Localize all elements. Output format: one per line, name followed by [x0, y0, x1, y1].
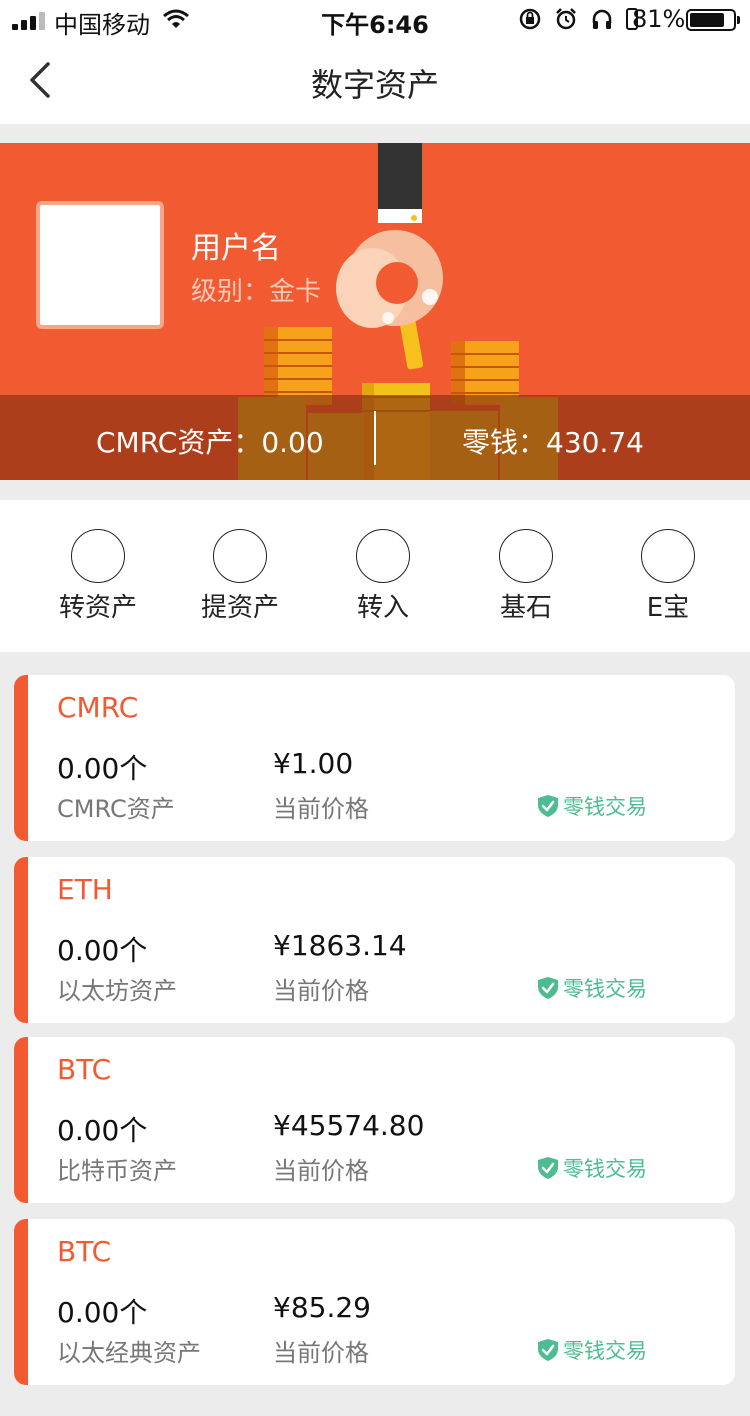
action-e-bao[interactable]: E宝: [598, 529, 738, 624]
headphones-icon: [592, 9, 612, 29]
asset-amount-label: CMRC资产: [57, 795, 175, 823]
withdraw-asset-icon: [213, 529, 267, 583]
cornerstone-icon: [499, 529, 553, 583]
action-label: E宝: [646, 593, 690, 623]
transfer-asset-icon: [71, 529, 125, 583]
asset-amount-label: 以太经典资产: [57, 1339, 201, 1367]
asset-amount-label: 比特币资产: [57, 1157, 177, 1185]
change-trade-link[interactable]: 零钱交易: [537, 791, 647, 821]
asset-card-eth[interactable]: ETH 0.00个 以太坊资产 ¥1863.14 当前价格 零钱交易: [14, 857, 735, 1023]
alarm-icon: [556, 8, 576, 30]
action-withdraw-asset[interactable]: 提资产: [170, 529, 310, 624]
action-transfer-asset[interactable]: 转资产: [28, 529, 168, 624]
asset-card-etc[interactable]: BTC 0.00个 以太经典资产 ¥85.29 当前价格 零钱交易: [14, 1219, 735, 1385]
cmrc-asset-total: CMRC资产：0.00: [96, 426, 324, 459]
change-balance: 零钱：430.74: [462, 426, 644, 459]
quick-actions: 转资产 提资产 转入 基石 E宝: [0, 500, 750, 652]
change-trade-label: 零钱交易: [563, 1157, 647, 1181]
action-label: 基石: [499, 593, 552, 623]
shield-check-icon: [538, 795, 558, 817]
status-bar: 中国移动 下午6:46 81%: [0, 0, 750, 40]
asset-symbol: CMRC: [57, 691, 139, 724]
profile-banner: 用户名 级别：金卡 CMRC资产：0.00 零钱：430.74: [0, 143, 750, 480]
asset-price-label: 当前价格: [273, 795, 369, 823]
shield-check-icon: [538, 1157, 558, 1179]
asset-price: ¥1.00: [273, 747, 354, 780]
asset-price: ¥1863.14: [273, 929, 407, 962]
change-trade-label: 零钱交易: [563, 1339, 647, 1363]
asset-amount: 0.00个: [57, 752, 148, 785]
navigation-bar: 数字资产: [0, 40, 750, 124]
asset-amount-label: 以太坊资产: [57, 977, 177, 1005]
transfer-in-icon: [356, 529, 410, 583]
divider: [374, 411, 376, 465]
avatar[interactable]: [36, 201, 164, 329]
rotation-lock-icon: [519, 8, 541, 30]
action-label: 转入: [356, 593, 409, 623]
asset-symbol: BTC: [57, 1235, 112, 1268]
asset-amount: 0.00个: [57, 934, 148, 967]
asset-price: ¥85.29: [273, 1291, 371, 1324]
action-transfer-in[interactable]: 转入: [313, 529, 453, 624]
asset-price: ¥45574.80: [273, 1109, 425, 1142]
shield-check-icon: [538, 977, 558, 999]
battery-percent: 81%: [632, 5, 686, 33]
battery-icon: [686, 9, 740, 31]
e-bao-icon: [641, 529, 695, 583]
change-trade-label: 零钱交易: [563, 977, 647, 1001]
asset-summary-bar: CMRC资产：0.00 零钱：430.74: [0, 395, 750, 480]
asset-amount: 0.00个: [57, 1114, 148, 1147]
asset-price-label: 当前价格: [273, 977, 369, 1005]
action-label: 提资产: [200, 593, 279, 623]
page-title: 数字资产: [310, 66, 439, 104]
change-trade-link[interactable]: 零钱交易: [537, 1335, 647, 1365]
asset-price-label: 当前价格: [273, 1157, 369, 1185]
asset-card-cmrc[interactable]: CMRC 0.00个 CMRC资产 ¥1.00 当前价格 零钱交易: [14, 675, 735, 841]
asset-symbol: ETH: [57, 873, 113, 906]
shield-check-icon: [538, 1339, 558, 1361]
action-cornerstone[interactable]: 基石: [456, 529, 596, 624]
asset-amount: 0.00个: [57, 1296, 148, 1329]
member-level: 级别：金卡: [191, 277, 322, 307]
change-trade-label: 零钱交易: [563, 795, 647, 819]
action-label: 转资产: [58, 593, 137, 623]
asset-price-label: 当前价格: [273, 1339, 369, 1367]
username: 用户名: [191, 231, 281, 266]
change-trade-link[interactable]: 零钱交易: [537, 1153, 647, 1183]
asset-symbol: BTC: [57, 1053, 112, 1086]
asset-card-btc[interactable]: BTC 0.00个 比特币资产 ¥45574.80 当前价格 零钱交易: [14, 1037, 735, 1203]
change-trade-link[interactable]: 零钱交易: [537, 973, 647, 1003]
